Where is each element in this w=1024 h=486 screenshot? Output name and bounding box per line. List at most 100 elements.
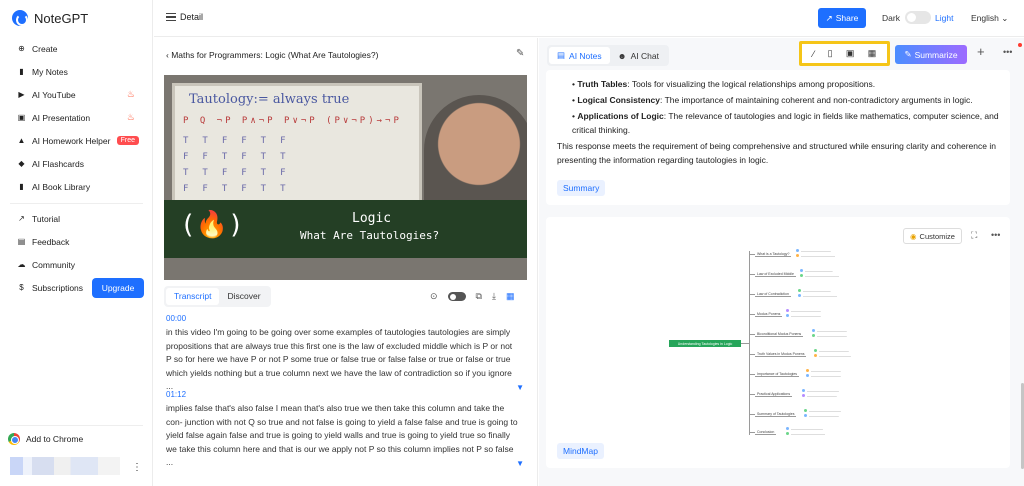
sidebar-item-ai-flashcards[interactable]: ◆ AI Flashcards [0,152,153,175]
branch-leaves: ────────────── ────────────── [812,328,927,338]
sidebar-item-feedback[interactable]: ▤ Feedback [0,230,153,253]
language-select[interactable]: English ⌄ [971,13,1008,24]
external-link-icon: ↗ [18,214,25,223]
tab-ai-chat[interactable]: ☻ AI Chat [610,47,667,64]
mindmap-branch: Summary of Tautologies [750,411,797,417]
more-horizontal-icon[interactable]: ••• [1003,47,1012,57]
leaf-dot [804,414,807,417]
transcript-toggle[interactable] [447,292,466,301]
user-profile-blurred[interactable] [10,457,120,475]
mindmap-card: ◉ Customize ⛶ ••• Understanding Tautolog… [546,217,1010,468]
whiteboard: Tautology:= always true P Q ¬P P∧¬P P∨¬P… [172,83,422,203]
leaf-dot [806,369,809,372]
sidebar-item-my-notes[interactable]: ▮ My Notes [0,60,153,83]
youtube-icon: ▶ [18,90,25,99]
more-vertical-icon[interactable]: ⋮ [132,462,142,473]
leaf: ──────────────── [796,253,911,258]
app: NoteGPT ⊕ Create ▮ My Notes ▶ AI YouTube… [0,0,1024,486]
upgrade-button[interactable]: Upgrade [92,278,144,298]
main-nav: ⊕ Create ▮ My Notes ▶ AI YouTube ♨ ▣ AI … [0,37,153,198]
sidebar-item-create[interactable]: ⊕ Create [0,37,153,60]
mindmap-branch: Biconditional Modus Ponens [750,331,804,337]
sidebar-item-label: AI Homework Helper [32,135,111,146]
leaf: ──────────────── [800,273,915,278]
sidebar-item-label: Subscriptions [32,282,84,293]
sidebar-item-ai-book-library[interactable]: ▮ AI Book Library [0,175,153,198]
add-icon[interactable]: + [977,44,985,59]
format-icon[interactable]: ⁄ [813,49,815,59]
summarize-button[interactable]: ✎ Summarize [895,45,967,64]
sidebar-item-community[interactable]: ☁ Community [0,253,153,276]
bullet-term: Applications of Logic [577,111,664,121]
hot-fire-icon: ♨ [126,112,135,122]
copy-icon[interactable]: ⧉ [476,291,482,302]
leaf-dot [802,394,805,397]
page-title: Detail [180,12,204,22]
sidebar-item-tutorial[interactable]: ↗ Tutorial [0,207,153,230]
palette-icon: ◉ [910,231,917,241]
mindmap-chip[interactable]: MindMap [557,443,604,459]
segment-text: implies false that's also false I mean t… [166,403,518,467]
edit-pencil-icon[interactable]: ✎ [516,48,524,59]
summarize-label: Summarize [914,49,958,60]
translate-icon[interactable]: ▦ [506,291,515,302]
target-icon[interactable]: ⊙ [430,291,438,302]
community-icon: ☁ [17,260,26,269]
menu-icon[interactable] [166,13,176,21]
more-horizontal-icon[interactable]: ••• [991,230,1000,240]
mindmap-diagram[interactable]: Understanding Tautologies in Logic What … [666,247,946,437]
branch-leaves: ────────────── ────────────── [806,368,921,378]
document-icon[interactable]: ▯ [828,48,833,59]
leaf-dot [814,354,817,357]
tab-discover[interactable]: Discover [219,288,268,305]
bullet-text: : Tools for visualizing the logical rela… [627,79,876,89]
sidebar-item-ai-presentation[interactable]: ▣ AI Presentation ♨ [0,106,153,129]
sidebar-item-ai-youtube[interactable]: ▶ AI YouTube ♨ [0,83,153,106]
download-icon[interactable]: ⤓ [492,291,496,302]
branch-label: Practical Applications [755,391,793,397]
tab-transcript[interactable]: Transcript [166,288,220,305]
mindmap-branch: Law of Excluded Middle [750,271,796,277]
leaf: ────────────── [806,373,921,378]
dollar-icon: $ [19,283,24,292]
leaf-dot [786,432,789,435]
highlighted-toolbar: ⁄ ▯ ▣ ▦ [799,41,890,66]
sidebar-item-ai-homework-helper[interactable]: ▲ AI Homework Helper Free [0,129,153,152]
transcript-segment[interactable]: 01:12 implies false that's also false I … [166,390,524,470]
cards-view-icon[interactable]: ▦ [868,48,877,59]
leaf-dot [806,374,809,377]
share-button[interactable]: ↗ Share [818,8,866,28]
summary-chip[interactable]: Summary [557,180,606,196]
notes-content: • Truth Tables: Tools for visualizing th… [546,70,1010,205]
add-to-chrome-link[interactable]: Add to Chrome [8,433,83,445]
plus-circle-icon: ⊕ [18,44,25,53]
segment-timestamp[interactable]: 01:12 [166,390,518,399]
bullet-term: Truth Tables [577,79,628,89]
mindmap-branch: Conclusion [750,429,777,435]
mindmap-view-icon[interactable]: ▣ [846,48,855,59]
fullscreen-icon[interactable]: ⛶ [971,230,977,241]
note-bullet: • Applications of Logic: The relevance o… [572,111,999,135]
customize-button[interactable]: ◉ Customize [903,228,962,244]
leaf-dot [804,409,807,412]
connector [741,343,749,344]
branch-label: Law of Contradiction [755,291,791,297]
segment-timestamp[interactable]: 00:00 [166,314,518,323]
tab-ai-notes[interactable]: ▤ AI Notes [549,47,610,64]
sidebar-item-label: AI Flashcards [32,158,84,169]
sidebar-item-label: Tutorial [32,213,61,224]
app-logo[interactable]: NoteGPT [12,10,88,26]
notes-tabs: ▤ AI Notes ☻ AI Chat [547,45,669,66]
library-icon: ▮ [19,182,24,191]
sidebar-divider [10,425,143,426]
leaf-dot [786,314,789,317]
video-player[interactable]: Tautology:= always true P Q ¬P P∧¬P P∨¬P… [164,75,527,280]
expand-triangle-icon[interactable]: ▼ [516,459,524,468]
transcript-segment[interactable]: 00:00 in this video I'm going to be goin… [166,314,524,394]
board-header: P Q ¬P P∧¬P P∨¬P (P∨¬P)→¬P [183,116,402,126]
chat-bot-icon: ☻ [617,50,627,61]
light-mode-label: Light [935,13,954,23]
theme-toggle[interactable] [905,11,931,24]
back-chevron-icon[interactable]: ‹ [166,50,169,60]
mindmap-branch: Truth Values in Modus Ponens [750,351,807,357]
